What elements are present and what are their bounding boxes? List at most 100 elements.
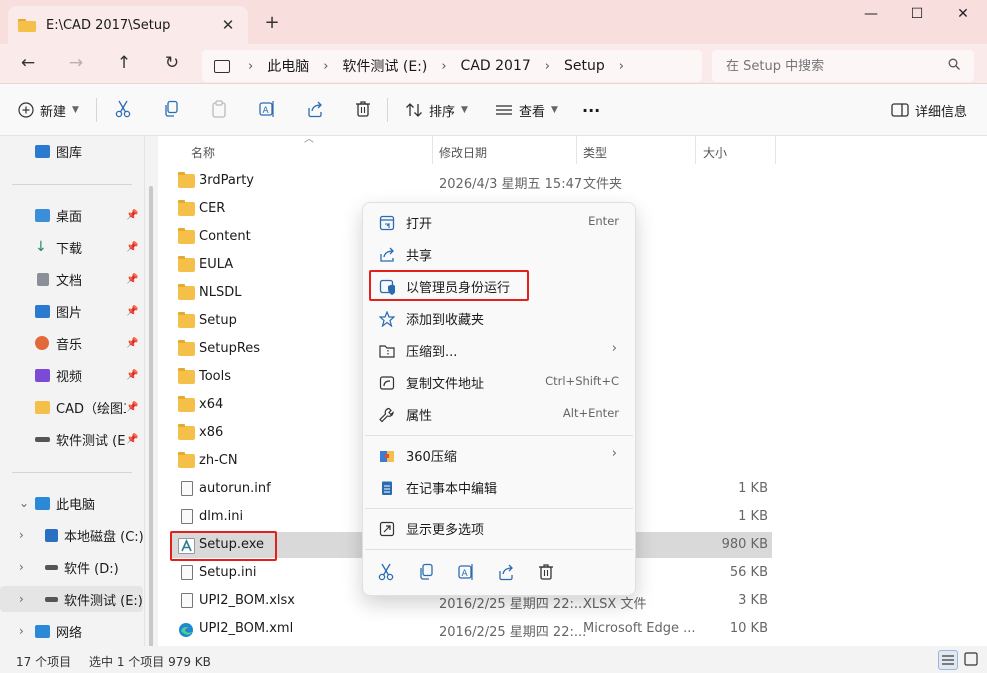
copy-icon[interactable] xyxy=(163,100,179,118)
sidebar-item-cad-folder[interactable]: CAD（绘图工 📌 xyxy=(0,394,145,420)
scrollbar-thumb[interactable] xyxy=(149,186,153,656)
tab-close-icon[interactable]: ✕ xyxy=(218,16,238,34)
pin-icon[interactable]: 📌 xyxy=(126,242,138,253)
column-divider[interactable] xyxy=(576,136,577,164)
shortcut-text: Ctrl+Shift+C xyxy=(545,374,619,388)
sidebar-item-videos[interactable]: 视频 📌 xyxy=(0,362,145,388)
column-header-type[interactable]: 类型 xyxy=(583,144,607,161)
menu-item-copy-path[interactable]: 复制文件地址 Ctrl+Shift+C xyxy=(367,367,633,397)
up-button[interactable]: ↑ xyxy=(112,53,136,75)
sidebar-item-label: 软件测试 (E:) xyxy=(64,593,143,609)
column-divider[interactable] xyxy=(695,136,696,164)
address-bar[interactable]: › 此电脑 › 软件测试 (E:) › CAD 2017 › Setup › xyxy=(202,50,702,82)
copy-icon[interactable] xyxy=(417,563,435,581)
column-header-size[interactable]: 大小 xyxy=(703,144,727,161)
close-window-button[interactable]: ✕ xyxy=(940,6,986,26)
cut-icon[interactable] xyxy=(377,563,395,581)
chevron-right-icon: › xyxy=(323,58,329,74)
rename-icon[interactable]: A xyxy=(259,100,275,118)
cut-icon[interactable] xyxy=(115,100,131,118)
notepad-icon xyxy=(382,481,392,495)
video-icon xyxy=(35,368,50,382)
pin-icon[interactable]: 📌 xyxy=(126,402,138,413)
chevron-right-icon: › xyxy=(611,341,617,356)
view-button[interactable]: 查看 ▼ xyxy=(495,100,558,120)
menu-item-properties[interactable]: 属性 Alt+Enter xyxy=(367,399,633,429)
file-row[interactable]: UPI2_BOM.xml 2016/2/25 星期四 22:... Microsof… xyxy=(170,616,772,642)
chevron-right-icon[interactable]: › xyxy=(19,624,24,638)
sidebar-item-desktop[interactable]: 桌面 📌 xyxy=(0,202,145,228)
windows-drive-icon xyxy=(45,528,58,542)
breadcrumb-drive-e[interactable]: 软件测试 (E:) xyxy=(342,56,427,76)
file-icon xyxy=(181,593,193,608)
share-icon[interactable] xyxy=(307,100,323,118)
column-divider[interactable] xyxy=(432,136,433,164)
sort-button[interactable]: 排序 ▼ xyxy=(405,100,468,120)
chevron-right-icon[interactable]: › xyxy=(19,560,24,574)
details-pane-button[interactable]: 详细信息 xyxy=(891,100,967,120)
share-icon[interactable] xyxy=(497,563,515,581)
more-options-button[interactable]: ··· xyxy=(582,100,600,120)
sidebar-item-downloads[interactable]: ↓ 下载 📌 xyxy=(0,234,145,260)
sidebar-scrollbar[interactable] xyxy=(148,136,156,656)
svg-text:A: A xyxy=(263,106,270,116)
chevron-down-icon[interactable]: ⌄ xyxy=(19,496,29,510)
highlight-box xyxy=(369,270,529,301)
sidebar-item-drive-d[interactable]: › 软件 (D:) xyxy=(0,554,145,580)
folder-icon xyxy=(35,400,50,414)
new-tab-button[interactable]: + xyxy=(260,12,284,33)
menu-item-compress-to[interactable]: 压缩到... › xyxy=(367,335,633,365)
pin-icon[interactable]: 📌 xyxy=(126,370,138,381)
chevron-right-icon[interactable]: › xyxy=(19,592,24,606)
back-button[interactable]: ← xyxy=(16,53,40,75)
file-name: CER xyxy=(199,201,226,216)
breadcrumb-setup[interactable]: Setup xyxy=(564,58,605,74)
menu-item-add-favorite[interactable]: 添加到收藏夹 xyxy=(367,303,633,333)
sidebar-item-music[interactable]: 音乐 📌 xyxy=(0,330,145,356)
new-button[interactable]: 新建 ▼ xyxy=(18,100,79,120)
sidebar-item-this-pc[interactable]: ⌄ 此电脑 xyxy=(0,490,145,516)
pin-icon[interactable]: 📌 xyxy=(126,306,138,317)
pin-icon[interactable]: 📌 xyxy=(126,274,138,285)
sidebar-item-label: 视频 xyxy=(56,369,83,385)
maximize-button[interactable]: ☐ xyxy=(894,6,940,26)
chevron-right-icon[interactable]: › xyxy=(19,528,24,542)
drive-icon xyxy=(35,437,50,442)
menu-item-share[interactable]: 共享 xyxy=(367,239,633,269)
menu-item-edit-notepad[interactable]: 在记事本中编辑 xyxy=(367,472,633,502)
rename-icon[interactable]: A xyxy=(457,563,475,581)
details-view-button[interactable] xyxy=(938,650,958,670)
column-header-name[interactable]: 名称 xyxy=(191,144,215,161)
sidebar-item-gallery[interactable]: 图库 xyxy=(0,138,145,164)
sidebar-item-drive-c[interactable]: › 本地磁盘 (C:) xyxy=(0,522,145,548)
sidebar-item-drive-e[interactable]: › 软件测试 (E:) xyxy=(0,586,143,612)
sidebar-item-network[interactable]: › 网络 xyxy=(0,618,145,644)
pin-icon[interactable]: 📌 xyxy=(126,338,138,349)
pin-icon[interactable]: 📌 xyxy=(126,210,138,221)
edge-xml-icon xyxy=(178,622,195,637)
file-row[interactable]: 3rdParty 2026/4/3 星期五 15:47 文件夹 xyxy=(170,168,772,194)
breadcrumb-cad-2017[interactable]: CAD 2017 xyxy=(461,58,531,74)
forward-button[interactable]: → xyxy=(64,53,88,75)
breadcrumb-this-pc[interactable]: 此电脑 xyxy=(267,56,309,76)
minimize-button[interactable]: — xyxy=(848,6,894,26)
column-header-modified[interactable]: 修改日期 xyxy=(439,144,487,161)
refresh-button[interactable]: ↻ xyxy=(160,53,184,75)
menu-item-360-compress[interactable]: 360压缩 › xyxy=(367,440,633,470)
sidebar-item-pictures[interactable]: 图片 📌 xyxy=(0,298,145,324)
pin-icon[interactable]: 📌 xyxy=(126,434,138,445)
menu-item-open[interactable]: 打开 Enter xyxy=(367,207,633,237)
sidebar-item-documents[interactable]: 文档 📌 xyxy=(0,266,145,292)
menu-divider xyxy=(365,435,633,436)
menu-item-more-options[interactable]: 显示更多选项 xyxy=(367,513,633,543)
delete-icon[interactable] xyxy=(355,100,371,118)
file-name: zh-CN xyxy=(199,453,238,468)
chevron-right-icon[interactable]: › xyxy=(619,59,624,74)
column-divider[interactable] xyxy=(775,136,776,164)
paste-icon[interactable] xyxy=(211,100,227,118)
window-tab[interactable]: E:\CAD 2017\Setup ✕ xyxy=(8,6,248,44)
sidebar-item-drive-e-pinned[interactable]: 软件测试 (E:) 📌 xyxy=(0,426,145,452)
tiles-view-button[interactable] xyxy=(962,650,982,670)
search-input[interactable] xyxy=(712,50,974,82)
delete-icon[interactable] xyxy=(537,563,555,581)
